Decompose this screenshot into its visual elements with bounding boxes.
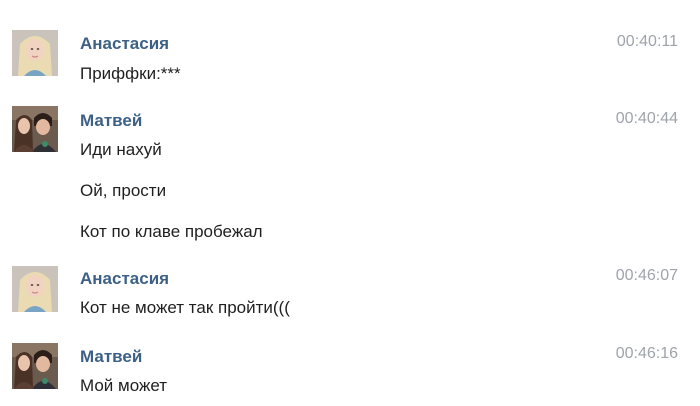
message-timestamp: 00:40:11 <box>616 33 678 50</box>
message-text: Кот не может так пройти((( <box>80 298 290 317</box>
blonde-girl-avatar-icon <box>12 266 58 312</box>
message-text: Приффки:*** <box>80 64 181 83</box>
chat-history: Анастасия 00:40:11 Приффки:*** Матвей 00… <box>0 0 700 406</box>
author-name[interactable]: Матвей <box>80 347 142 367</box>
message-text: Мой может <box>80 376 168 395</box>
blonde-girl-avatar-icon <box>12 30 58 76</box>
message-text: Кот по клаве пробежал <box>80 222 263 241</box>
message-text: Ой, прости <box>80 181 167 200</box>
author-name[interactable]: Анастасия <box>80 269 169 289</box>
avatar[interactable] <box>12 106 58 152</box>
avatar[interactable] <box>12 30 58 76</box>
author-name[interactable]: Матвей <box>80 111 142 131</box>
message-text: Иди нахуй <box>80 140 162 159</box>
couple-photo-avatar-icon <box>12 343 58 389</box>
message-timestamp: 00:46:16 <box>615 345 678 362</box>
avatar[interactable] <box>12 343 58 389</box>
author-name[interactable]: Анастасия <box>80 34 169 54</box>
message-timestamp: 00:46:07 <box>615 267 678 284</box>
avatar[interactable] <box>12 266 58 312</box>
message-timestamp: 00:40:44 <box>615 110 678 127</box>
couple-photo-avatar-icon <box>12 106 58 152</box>
